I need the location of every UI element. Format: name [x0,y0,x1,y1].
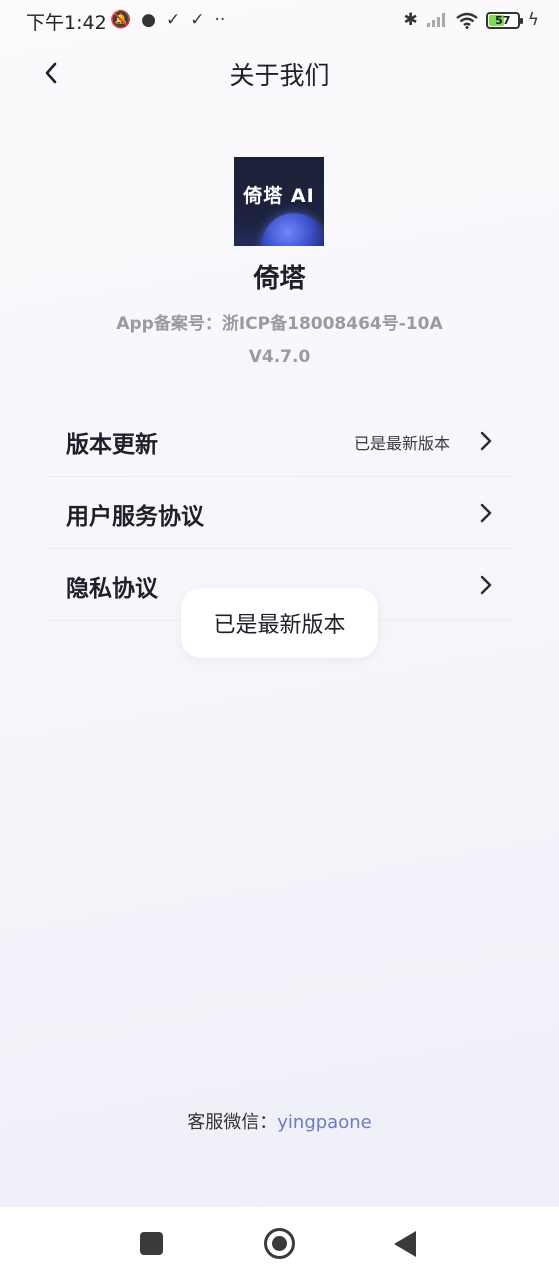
contact-label: 客服微信： [187,1112,278,1133]
notification-icons: 🔕 ● ✓ ✓ ·· [110,9,225,31]
chevron-right-icon [480,431,492,451]
system-nav-bar [0,1207,559,1280]
toast-message: 已是最新版本 [181,588,378,658]
app-logo: 倚塔 AI [234,157,324,246]
nav-header: 关于我们 [0,42,559,104]
signal-icon [426,13,445,27]
more-dots-icon: ·· [214,10,226,30]
app-icp-number: App备案号：浙ICP备18008464号-10A [116,314,443,334]
system-icons: ✱ 57 ϟ [404,9,539,31]
customer-service-contact: 客服微信：yingpaone [0,1108,559,1134]
wechat-id-link[interactable]: yingpaone [277,1112,371,1133]
about-us-screen: 下午1:42 🔕 ● ✓ ✓ ·· ✱ 57 ϟ 关于我们 倚塔 AI 倚塔 A… [0,0,559,1280]
chat-bubble-icon: ● [141,10,157,30]
chevron-right-icon [480,575,492,595]
menu-item-label: 版本更新 [66,432,158,458]
mute-icon: 🔕 [110,10,132,30]
charging-icon: ϟ [527,10,539,30]
app-name: 倚塔 [253,264,306,294]
menu-item-label: 隐私协议 [66,576,158,602]
app-version: V4.7.0 [248,347,311,367]
page-title: 关于我们 [229,61,330,90]
check-icon: ✓ [190,10,205,30]
wifi-icon [456,12,478,29]
menu-item-value: 已是最新版本 [353,434,450,453]
status-time: 下午1:42 [26,12,107,34]
check-icon: ✓ [166,10,181,30]
globe-icon [262,213,324,246]
menu-item-user-agreement[interactable]: 用户服务协议 [48,477,512,549]
chevron-right-icon [480,503,492,523]
system-back-button[interactable] [394,1231,416,1257]
battery-icon: 57 [485,11,523,29]
battery-level: 57 [495,13,511,27]
app-logo-text: 倚塔 AI [243,185,315,207]
home-button[interactable] [264,1228,295,1259]
recent-apps-button[interactable] [140,1232,163,1255]
menu-item-version-update[interactable]: 版本更新 已是最新版本 [48,405,512,477]
menu-item-label: 用户服务协议 [66,504,204,530]
bluetooth-icon: ✱ [403,10,418,30]
status-bar: 下午1:42 🔕 ● ✓ ✓ ·· ✱ 57 ϟ [0,0,559,42]
